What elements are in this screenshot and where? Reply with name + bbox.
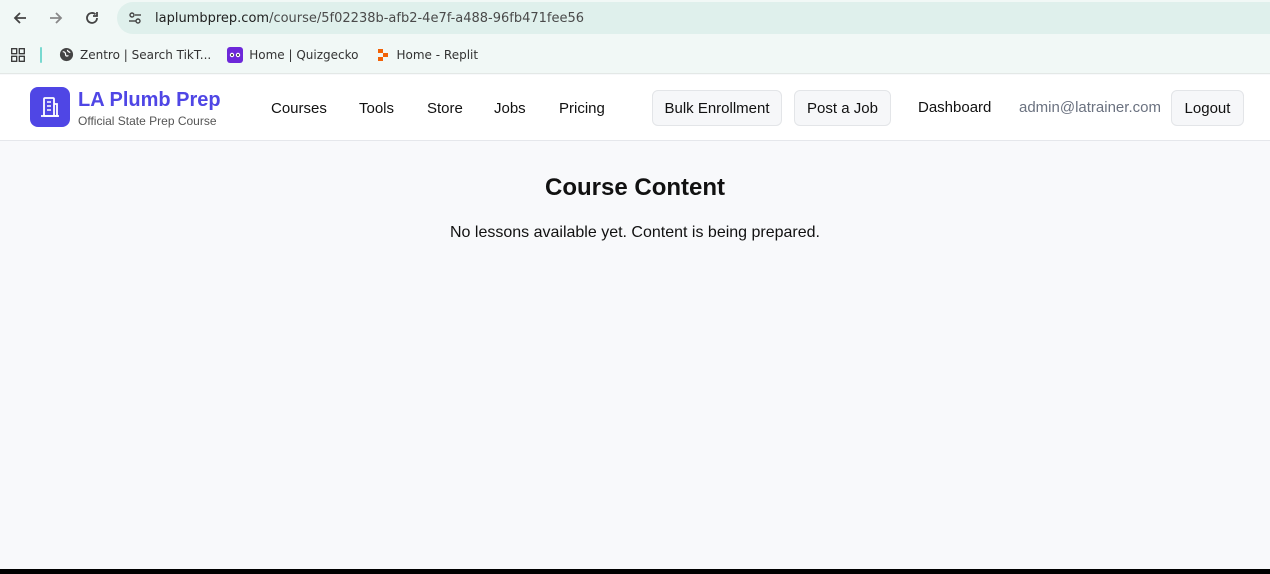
brand-title[interactable]: LA Plumb Prep [78, 89, 221, 112]
url-text: laplumbprep.com/course/5f02238b-afb2-4e7… [155, 11, 584, 26]
url-host: laplumbprep.com [155, 10, 270, 26]
empty-state-message: No lessons available yet. Content is bei… [450, 224, 820, 241]
bulk-enrollment-button[interactable]: Bulk Enrollment [652, 90, 782, 126]
tune-icon [129, 12, 141, 24]
bookmark-label: Zentro | Search TikT... [80, 47, 212, 62]
address-field[interactable]: laplumbprep.com/course/5f02238b-afb2-4e7… [117, 2, 1270, 34]
back-button[interactable] [2, 0, 38, 36]
bookmark-label: Home - Replit [396, 47, 479, 62]
building-icon [41, 97, 59, 117]
reload-icon [86, 12, 98, 24]
bookmarks-bar: Zentro | Search TikT... Home | Quizgecko… [0, 36, 1270, 74]
post-job-button[interactable]: Post a Job [794, 90, 891, 126]
taskbar-edge [0, 569, 1270, 574]
nav-courses[interactable]: Courses [271, 100, 327, 117]
logo[interactable] [30, 87, 70, 127]
bookmark-quizgecko[interactable]: Home | Quizgecko [219, 41, 366, 69]
reload-button[interactable] [74, 0, 110, 36]
bookmark-label: Home | Quizgecko [249, 47, 359, 62]
nav-tools[interactable]: Tools [359, 100, 394, 117]
browser-toolbar: laplumbprep.com/course/5f02238b-afb2-4e7… [0, 0, 1270, 36]
nav-jobs[interactable]: Jobs [494, 100, 526, 117]
url-path: /course/5f02238b-afb2-4e7f-a488-96fb471f… [269, 10, 585, 26]
page-title: Course Content [545, 174, 725, 201]
logout-button[interactable]: Logout [1171, 90, 1244, 126]
apps-grid-icon [11, 47, 25, 62]
dashboard-link[interactable]: Dashboard [918, 99, 991, 116]
nav-pricing[interactable]: Pricing [559, 100, 605, 117]
brand-subtitle: Official State Prep Course [78, 114, 217, 128]
globe-icon [58, 47, 74, 63]
apps-button[interactable] [0, 37, 36, 73]
bookmark-zentro[interactable]: Zentro | Search TikT... [50, 41, 219, 69]
bookmark-replit[interactable]: Home - Replit [367, 41, 487, 69]
arrow-right-icon [50, 12, 63, 24]
user-email: admin@latrainer.com [1019, 99, 1161, 116]
forward-button[interactable] [38, 0, 74, 36]
quizgecko-icon [227, 46, 244, 63]
bookmarks-divider [40, 46, 42, 63]
site-header: LA Plumb Prep Official State Prep Course… [0, 75, 1270, 141]
site-info-button[interactable] [117, 2, 153, 34]
nav-store[interactable]: Store [427, 100, 463, 117]
replit-icon [375, 47, 391, 63]
arrow-left-icon [13, 12, 26, 24]
